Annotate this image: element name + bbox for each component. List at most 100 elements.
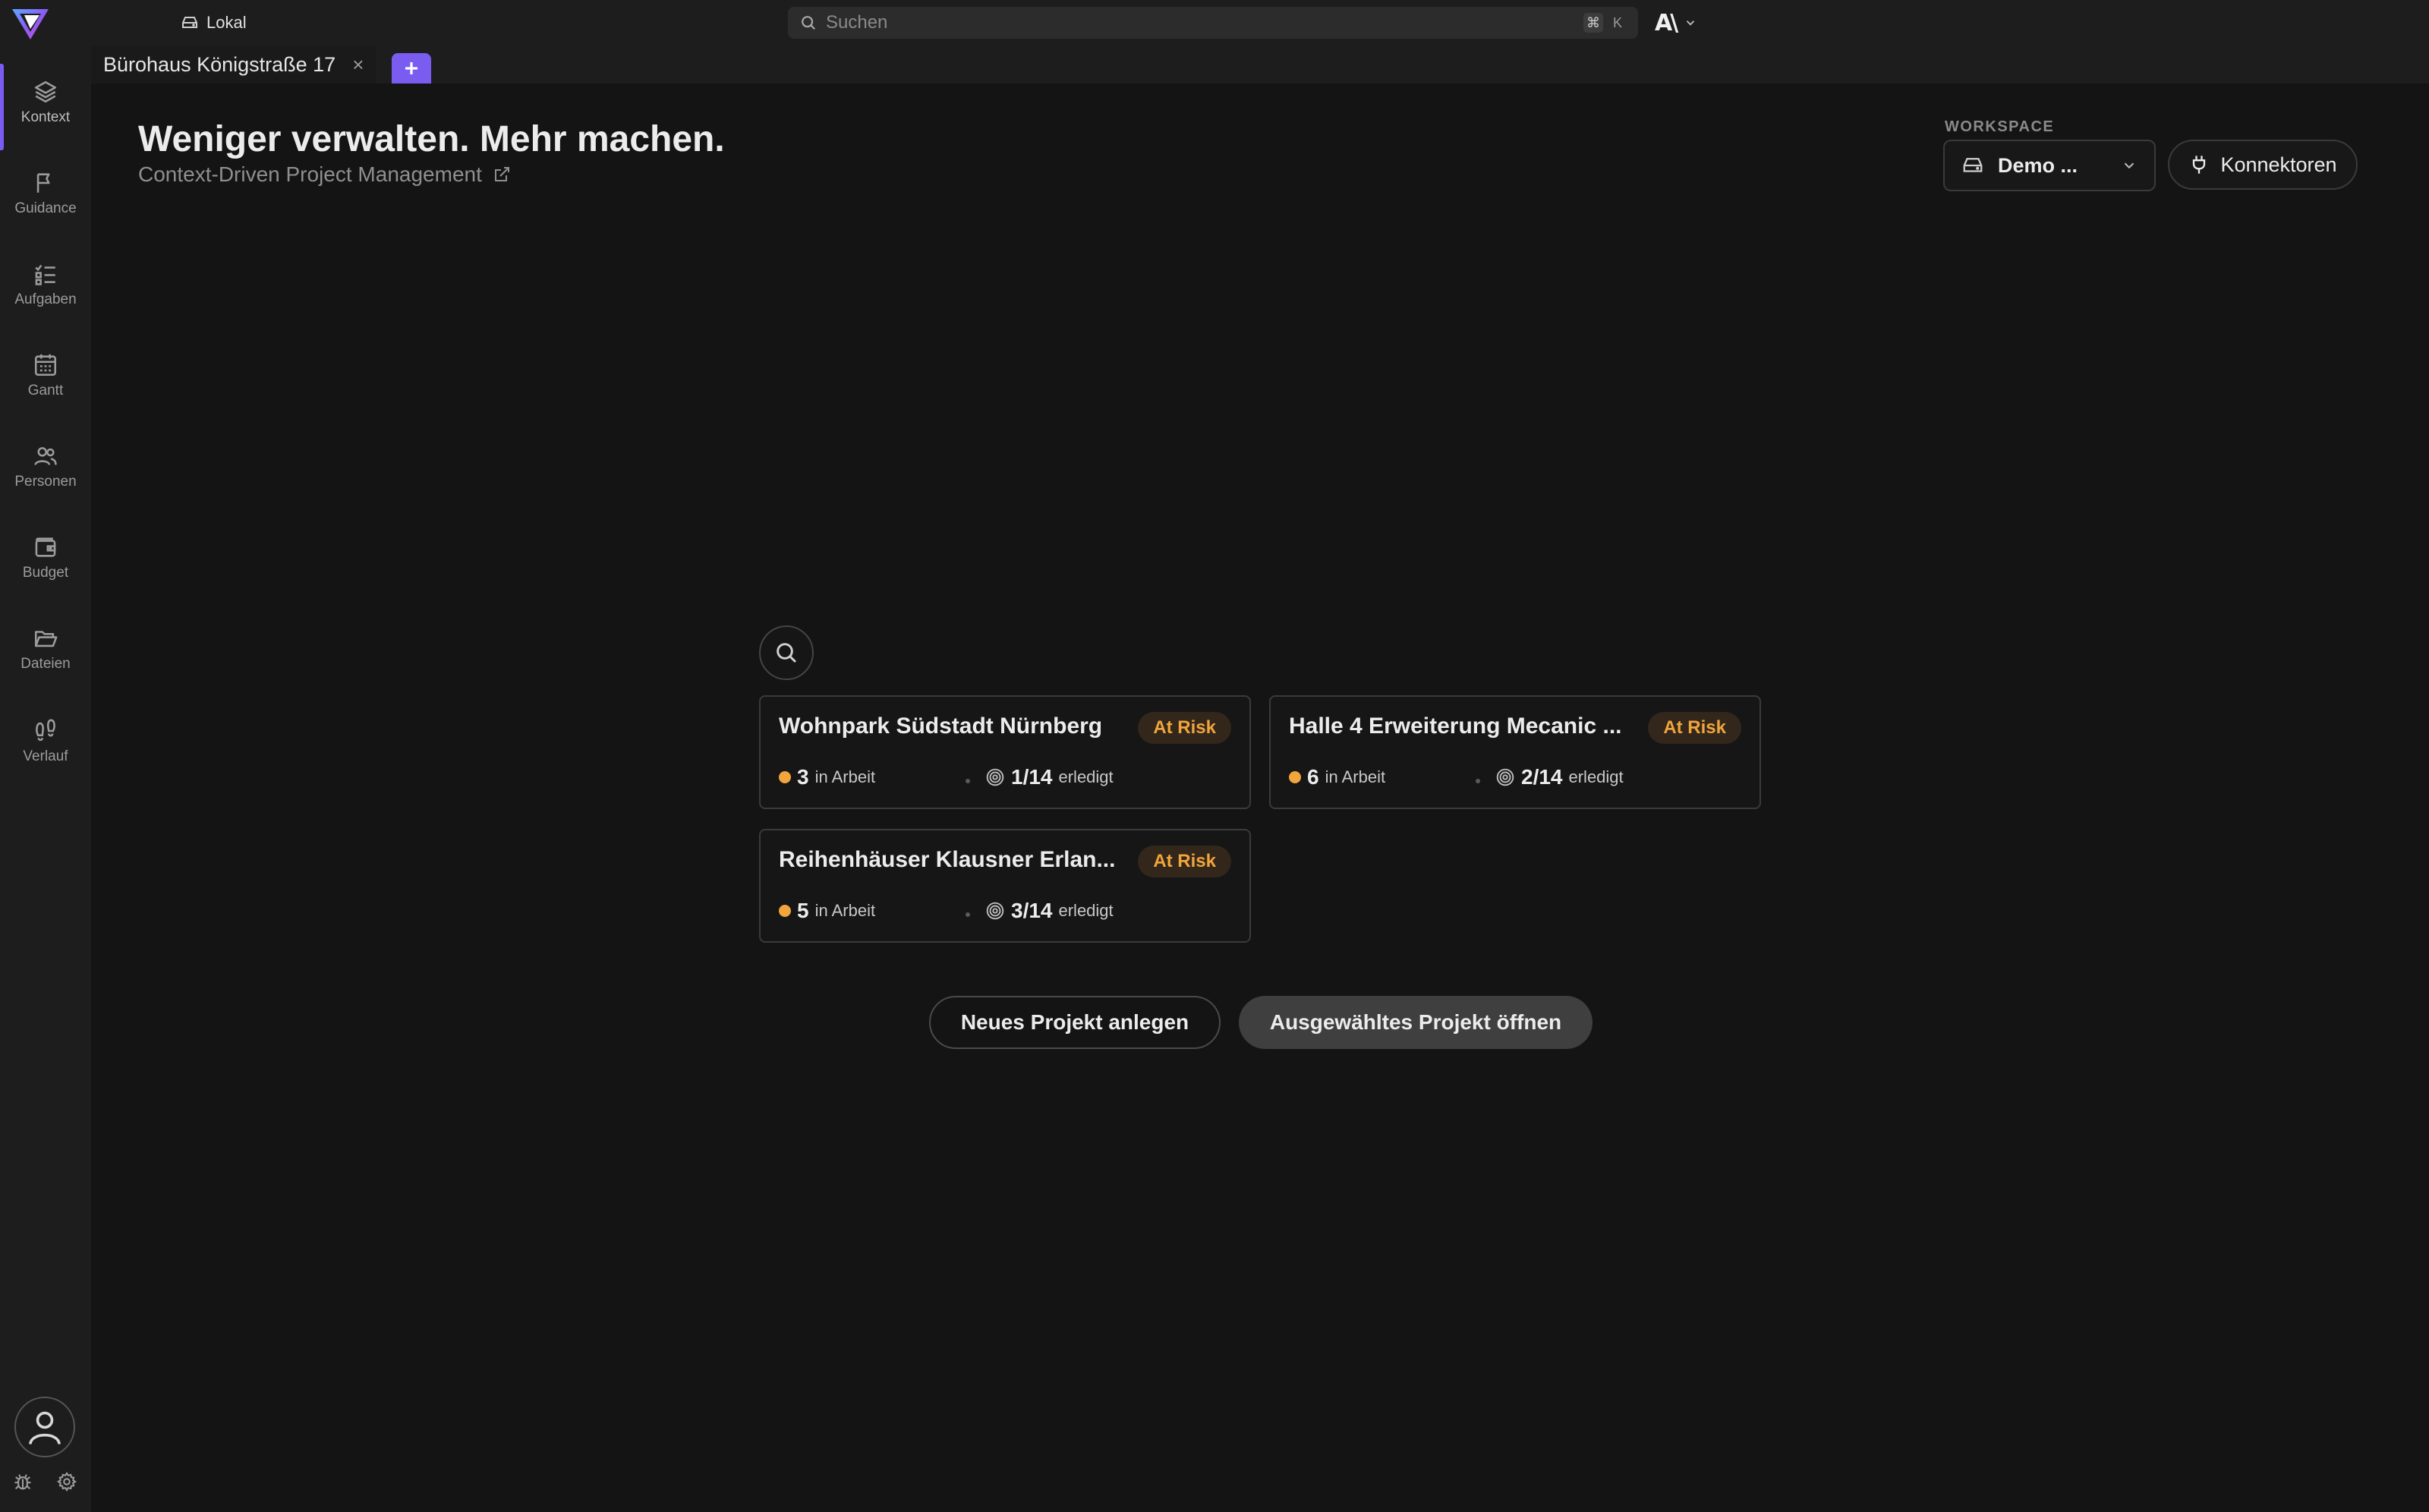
target-icon xyxy=(985,901,1005,921)
project-title: Halle 4 Erweiterung Mecanic ... xyxy=(1289,713,1622,739)
in-progress-label: in Arbeit xyxy=(814,901,876,920)
bug-icon[interactable] xyxy=(12,1471,33,1492)
page-subtitle-link[interactable]: Context-Driven Project Management xyxy=(138,162,511,187)
in-progress-label: in Arbeit xyxy=(1325,767,1386,786)
sidebar-item-label: Gantt xyxy=(27,383,64,398)
project-card[interactable]: Reihenhäuser Klausner Erlan... At Risk 5… xyxy=(759,829,1251,943)
plus-icon xyxy=(402,59,421,77)
search-placeholder: Suchen xyxy=(826,12,888,33)
flag-icon xyxy=(33,170,58,196)
sidebar-item-label: Kontext xyxy=(20,109,71,125)
hard-drive-icon xyxy=(1961,154,1984,177)
target-icon xyxy=(985,767,1005,787)
search-shortcut: ⌘ K xyxy=(1583,13,1627,33)
search-icon xyxy=(800,14,817,31)
gear-icon[interactable] xyxy=(56,1471,77,1492)
list-check-icon xyxy=(33,261,58,287)
sidebar-item-gantt[interactable]: Gantt xyxy=(0,334,91,417)
sidebar-item-budget[interactable]: Budget xyxy=(0,516,91,600)
connectors-button[interactable]: Konnektoren xyxy=(2168,140,2358,190)
sidebar: Kontext Guidance Aufgaben Gantt Personen… xyxy=(0,46,91,1512)
workspace-select-value: Demo ... xyxy=(1998,153,2078,177)
users-icon xyxy=(33,443,58,469)
in-progress-label: in Arbeit xyxy=(814,767,876,786)
sidebar-item-guidance[interactable]: Guidance xyxy=(0,152,91,235)
status-dot-icon xyxy=(1289,771,1301,783)
add-tab-button[interactable] xyxy=(392,53,431,83)
user-icon xyxy=(24,1406,65,1447)
folder-icon xyxy=(33,625,58,651)
workspace-select[interactable]: Demo ... xyxy=(1943,140,2156,191)
sidebar-item-label: Dateien xyxy=(20,656,71,672)
sidebar-item-label: Verlauf xyxy=(23,748,68,764)
calendar-icon xyxy=(33,352,58,378)
page-title: Weniger verwalten. Mehr machen. xyxy=(138,119,725,159)
storage-location-label: Lokal xyxy=(206,13,247,32)
done-stat: 1/14 erledigt xyxy=(985,765,1114,789)
user-avatar[interactable] xyxy=(14,1397,75,1457)
app-logo-icon[interactable] xyxy=(9,5,52,44)
sidebar-item-kontext[interactable]: Kontext xyxy=(0,61,91,150)
layers-icon xyxy=(33,79,58,105)
sidebar-item-verlauf[interactable]: Verlauf xyxy=(0,700,91,783)
sidebar-item-label: Budget xyxy=(22,565,69,581)
in-progress-count: 5 xyxy=(797,899,809,922)
open-selected-project-button[interactable]: Ausgewähltes Projekt öffnen xyxy=(1239,996,1593,1049)
status-badge: At Risk xyxy=(1138,712,1231,744)
chevron-down-icon xyxy=(2121,157,2138,174)
done-label: erledigt xyxy=(1058,767,1114,786)
main-content: Weniger verwalten. Mehr machen. Context-… xyxy=(91,83,2429,1512)
plug-icon xyxy=(2188,154,2210,175)
project-tab[interactable]: Bürohaus Königstraße 17 × xyxy=(91,46,376,83)
in-progress-count: 3 xyxy=(797,765,809,789)
external-link-icon xyxy=(493,165,511,184)
wallet-icon xyxy=(33,534,58,560)
in-progress-count: 6 xyxy=(1307,765,1319,789)
separator-dot xyxy=(966,779,970,783)
sidebar-item-label: Guidance xyxy=(14,200,77,216)
separator-dot xyxy=(1476,779,1480,783)
status-badge: At Risk xyxy=(1648,712,1741,744)
workspace-label: WORKSPACE xyxy=(1945,118,2055,135)
global-search[interactable]: Suchen ⌘ K xyxy=(788,7,1638,39)
shortcut-key: K xyxy=(1612,14,1622,30)
project-title: Reihenhäuser Klausner Erlan... xyxy=(779,847,1116,872)
done-count: 1/14 xyxy=(1011,765,1053,789)
tab-bar: Bürohaus Königstraße 17 × xyxy=(91,46,2429,83)
sidebar-item-personen[interactable]: Personen xyxy=(0,425,91,509)
target-icon xyxy=(1495,767,1515,787)
sidebar-item-label: Aufgaben xyxy=(14,291,77,307)
sidebar-footer xyxy=(12,1471,77,1492)
in-progress-stat: 3 in Arbeit xyxy=(779,765,875,789)
project-card[interactable]: Halle 4 Erweiterung Mecanic ... At Risk … xyxy=(1269,695,1761,809)
project-search-button[interactable] xyxy=(759,625,814,680)
done-count: 3/14 xyxy=(1011,899,1053,922)
separator-dot xyxy=(966,912,970,917)
sidebar-item-aufgaben[interactable]: Aufgaben xyxy=(0,243,91,326)
sidebar-item-label: Personen xyxy=(14,474,77,490)
project-card[interactable]: Wohnpark Südstadt Nürnberg At Risk 3 in … xyxy=(759,695,1251,809)
connectors-button-label: Konnektoren xyxy=(2220,153,2337,176)
done-label: erledigt xyxy=(1568,767,1624,786)
chevron-down-icon xyxy=(1684,16,1697,30)
done-label: erledigt xyxy=(1058,901,1114,920)
ai-model-selector[interactable]: A\ xyxy=(1655,9,1697,36)
close-icon[interactable]: × xyxy=(352,55,364,74)
search-icon xyxy=(774,641,799,665)
project-title: Wohnpark Südstadt Nürnberg xyxy=(779,713,1103,739)
done-stat: 3/14 erledigt xyxy=(985,899,1114,923)
in-progress-stat: 5 in Arbeit xyxy=(779,899,875,923)
hard-drive-icon xyxy=(181,14,199,32)
ai-logo-icon: A\ xyxy=(1655,9,1678,36)
page-subtitle: Context-Driven Project Management xyxy=(138,162,482,186)
top-bar: Lokal Suchen ⌘ K A\ xyxy=(0,0,2429,46)
sidebar-item-dateien[interactable]: Dateien xyxy=(0,607,91,691)
status-badge: At Risk xyxy=(1138,846,1231,877)
status-dot-icon xyxy=(779,905,791,917)
storage-location[interactable]: Lokal xyxy=(181,11,247,35)
footprints-icon xyxy=(33,718,58,744)
done-count: 2/14 xyxy=(1521,765,1563,789)
new-project-button[interactable]: Neues Projekt anlegen xyxy=(929,996,1221,1049)
shortcut-modifier: ⌘ xyxy=(1583,13,1603,33)
project-tab-label: Bürohaus Königstraße 17 xyxy=(103,52,336,76)
